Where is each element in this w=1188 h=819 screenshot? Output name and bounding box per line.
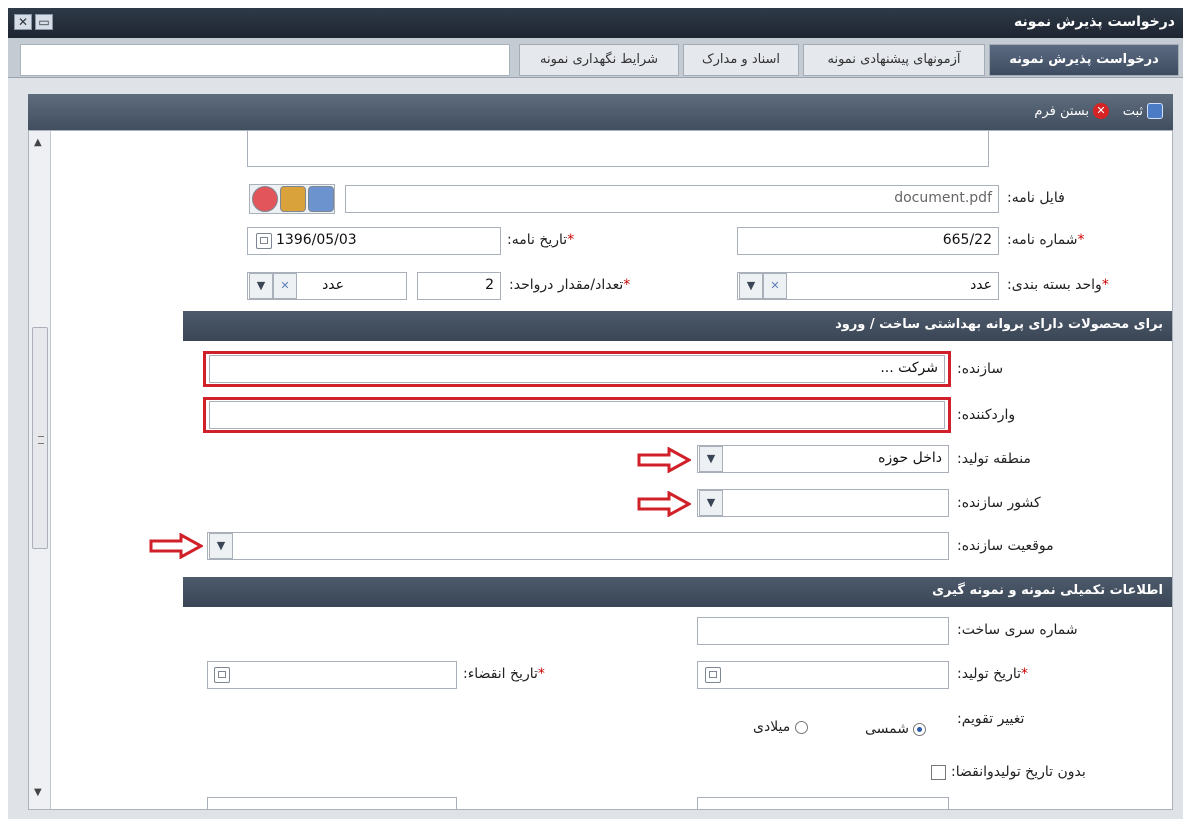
window-title: درخواست پذیرش نمونه: [1013, 14, 1175, 30]
tab-documents[interactable]: اسناد و مدارک: [683, 44, 799, 76]
scroll-up-icon[interactable]: ▲: [34, 137, 42, 148]
dropdown-arrow-icon[interactable]: ▼: [699, 446, 723, 472]
section-health-license: برای محصولات دارای پروانه بهداشتی ساخت /…: [183, 311, 1172, 341]
production-date-input[interactable]: [697, 661, 949, 689]
tab-bar: درخواست پذیرش نمونه آزمونهای پیشنهادی نم…: [8, 38, 1183, 78]
next-row-input[interactable]: [697, 797, 949, 809]
clear-icon[interactable]: ✕: [273, 273, 297, 299]
file-input[interactable]: document.pdf: [345, 185, 999, 213]
save-icon: [1147, 103, 1163, 119]
arrow-annotation-icon: [637, 491, 691, 517]
notes-textarea[interactable]: [247, 131, 989, 167]
dropdown-arrow-icon[interactable]: ▼: [209, 533, 233, 559]
letter-date-label: *تاریخ نامه:: [507, 232, 575, 248]
vertical-scrollbar[interactable]: ▲ ▼: [29, 131, 51, 809]
tab-storage-conditions[interactable]: شرایط نگهداری نمونه: [519, 44, 679, 76]
file-buttons: [249, 184, 335, 214]
batch-number-label: شماره سری ساخت:: [957, 622, 1078, 638]
form-area: ▲ ▼ document.pdf فایل نامه: 1396/05/03 *…: [28, 130, 1173, 810]
calendar-icon[interactable]: [214, 667, 230, 683]
tab-sample-request[interactable]: درخواست پذیرش نمونه: [989, 44, 1179, 76]
importer-label: واردکننده:: [957, 407, 1016, 423]
shamsi-label: شمسی: [865, 721, 909, 737]
production-region-select[interactable]: داخل حوزه: [697, 445, 949, 473]
country-select[interactable]: [697, 489, 949, 517]
dropdown-arrow-icon[interactable]: ▼: [739, 273, 763, 299]
location-label: موقعیت سازنده:: [957, 538, 1054, 554]
qty-label: *تعداد/مقدار درواحد:: [509, 277, 631, 293]
close-icon: ✕: [1093, 103, 1109, 119]
arrow-annotation-icon: [149, 533, 203, 559]
manufacturer-location-select[interactable]: [207, 532, 949, 560]
pack-unit-label: *واحد بسته بندی:: [1007, 277, 1109, 293]
calendar-icon[interactable]: [256, 233, 272, 249]
importer-input[interactable]: [209, 401, 945, 429]
window-buttons: ✕ ▭: [14, 14, 53, 30]
miladi-label: میلادی: [753, 719, 791, 735]
radio-miladi[interactable]: [794, 720, 808, 734]
close-form-label: بستن فرم: [1034, 103, 1089, 119]
content-panel: ثبت بستن فرم ✕ ▲ ▼ document.pdf فایل نام…: [8, 78, 1183, 819]
close-form-button[interactable]: بستن فرم ✕: [1034, 103, 1109, 119]
clear-icon[interactable]: ✕: [763, 273, 787, 299]
save-label: ثبت: [1122, 103, 1143, 119]
expiry-date-label: *تاریخ انقضاء:: [463, 666, 545, 682]
upload-file-icon[interactable]: [280, 186, 306, 212]
calendar-change-label: تغییر تقویم:: [957, 711, 1025, 727]
no-date-checkbox[interactable]: [931, 765, 946, 780]
calendar-shamsi-option[interactable]: شمسی: [865, 721, 927, 737]
letter-date-input[interactable]: 1396/05/03: [247, 227, 501, 255]
production-region-label: منطقه تولید:: [957, 451, 1031, 467]
calendar-miladi-option[interactable]: میلادی: [753, 719, 808, 735]
maximize-window-icon[interactable]: ▭: [35, 14, 53, 30]
save-button[interactable]: ثبت: [1123, 103, 1163, 119]
remove-file-icon[interactable]: [252, 186, 278, 212]
file-label: فایل نامه:: [1007, 190, 1065, 206]
arrow-annotation-icon: [637, 447, 691, 473]
edit-file-icon[interactable]: [308, 186, 334, 212]
dropdown-arrow-icon[interactable]: ▼: [699, 490, 723, 516]
tab-proposed-tests[interactable]: آزمونهای پیشنهادی نمونه: [803, 44, 985, 76]
country-label: کشور سازنده:: [957, 495, 1041, 511]
letter-date-value: 1396/05/03: [276, 232, 357, 248]
batch-number-input[interactable]: [697, 617, 949, 645]
tab-strip-empty: [20, 44, 510, 76]
form-toolbar: ثبت بستن فرم ✕: [28, 94, 1173, 130]
letter-number-input[interactable]: 665/22: [737, 227, 999, 255]
letter-number-label: *شماره نامه:: [1007, 232, 1085, 248]
no-date-label: بدون تاریخ تولیدوانقضا:: [951, 764, 1086, 780]
production-date-label: *تاریخ تولید:: [957, 666, 1028, 682]
scroll-thumb[interactable]: [32, 327, 48, 549]
close-window-icon[interactable]: ✕: [14, 14, 32, 30]
expiry-date-input[interactable]: [207, 661, 457, 689]
radio-shamsi[interactable]: [913, 722, 927, 736]
window-titlebar: ✕ ▭ درخواست پذیرش نمونه: [8, 8, 1183, 38]
scroll-down-icon[interactable]: ▼: [34, 787, 42, 798]
next-row-input[interactable]: [207, 797, 457, 809]
section-sampling-info: اطلاعات تکمیلی نمونه و نمونه گیری: [183, 577, 1172, 607]
calendar-icon[interactable]: [705, 667, 721, 683]
manufacturer-input[interactable]: شرکت ...: [209, 355, 945, 383]
dropdown-arrow-icon[interactable]: ▼: [249, 273, 273, 299]
grip-icon: [38, 436, 44, 444]
qty-input[interactable]: 2: [417, 272, 501, 300]
manufacturer-label: سازنده:: [957, 361, 1004, 377]
